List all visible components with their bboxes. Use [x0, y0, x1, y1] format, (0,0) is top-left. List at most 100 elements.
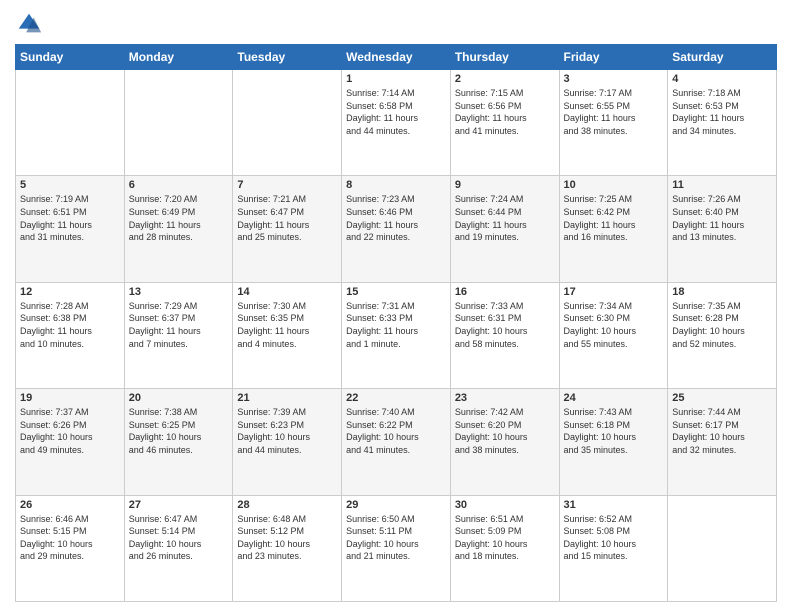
calendar-cell: 24 Sunrise: 7:43 AM Sunset: 6:18 PM Dayli…	[559, 389, 668, 495]
day-number: 14	[237, 286, 337, 298]
day-number: 28	[237, 499, 337, 511]
day-number: 22	[346, 392, 446, 404]
calendar-cell: 23 Sunrise: 7:42 AM Sunset: 6:20 PM Dayli…	[450, 389, 559, 495]
calendar-cell: 7 Sunrise: 7:21 AM Sunset: 6:47 PM Daylig…	[233, 176, 342, 282]
day-info: Sunrise: 7:31 AM Sunset: 6:33 PM Dayligh…	[346, 300, 446, 350]
day-number: 24	[564, 392, 664, 404]
calendar-cell: 25 Sunrise: 7:44 AM Sunset: 6:17 PM Dayli…	[668, 389, 777, 495]
calendar-cell: 9 Sunrise: 7:24 AM Sunset: 6:44 PM Daylig…	[450, 176, 559, 282]
day-info: Sunrise: 7:35 AM Sunset: 6:28 PM Dayligh…	[672, 300, 772, 350]
day-number: 9	[455, 179, 555, 191]
day-number: 25	[672, 392, 772, 404]
day-number: 8	[346, 179, 446, 191]
day-info: Sunrise: 7:24 AM Sunset: 6:44 PM Dayligh…	[455, 193, 555, 243]
day-number: 30	[455, 499, 555, 511]
calendar-cell: 3 Sunrise: 7:17 AM Sunset: 6:55 PM Daylig…	[559, 70, 668, 176]
day-info: Sunrise: 7:38 AM Sunset: 6:25 PM Dayligh…	[129, 406, 229, 456]
calendar-cell	[233, 70, 342, 176]
day-header-tuesday: Tuesday	[233, 45, 342, 70]
day-number: 17	[564, 286, 664, 298]
day-header-sunday: Sunday	[16, 45, 125, 70]
calendar-cell: 30 Sunrise: 6:51 AM Sunset: 5:09 PM Dayli…	[450, 495, 559, 601]
day-number: 20	[129, 392, 229, 404]
calendar-cell: 8 Sunrise: 7:23 AM Sunset: 6:46 PM Daylig…	[342, 176, 451, 282]
day-info: Sunrise: 6:52 AM Sunset: 5:08 PM Dayligh…	[564, 513, 664, 563]
calendar-cell: 19 Sunrise: 7:37 AM Sunset: 6:26 PM Dayli…	[16, 389, 125, 495]
calendar-cell: 10Sunrise: 7:25 AM Sunset: 6:42 PM Dayli…	[559, 176, 668, 282]
day-number: 5	[20, 179, 120, 191]
calendar-cell: 21 Sunrise: 7:39 AM Sunset: 6:23 PM Dayli…	[233, 389, 342, 495]
logo	[15, 10, 47, 38]
page: SundayMondayTuesdayWednesdayThursdayFrid…	[0, 0, 792, 612]
day-number: 29	[346, 499, 446, 511]
calendar-cell: 15 Sunrise: 7:31 AM Sunset: 6:33 PM Dayli…	[342, 282, 451, 388]
day-number: 1	[346, 73, 446, 85]
day-number: 4	[672, 73, 772, 85]
calendar-cell: 13 Sunrise: 7:29 AM Sunset: 6:37 PM Dayli…	[124, 282, 233, 388]
calendar-cell: 22 Sunrise: 7:40 AM Sunset: 6:22 PM Dayli…	[342, 389, 451, 495]
day-header-wednesday: Wednesday	[342, 45, 451, 70]
day-info: Sunrise: 7:44 AM Sunset: 6:17 PM Dayligh…	[672, 406, 772, 456]
day-number: 13	[129, 286, 229, 298]
day-info: Sunrise: 6:46 AM Sunset: 5:15 PM Dayligh…	[20, 513, 120, 563]
calendar-week-2: 5 Sunrise: 7:19 AM Sunset: 6:51 PM Daylig…	[16, 176, 777, 282]
day-number: 31	[564, 499, 664, 511]
day-info: Sunrise: 7:14 AM Sunset: 6:58 PM Dayligh…	[346, 87, 446, 137]
day-number: 2	[455, 73, 555, 85]
calendar-week-1: 1 Sunrise: 7:14 AM Sunset: 6:58 PM Daylig…	[16, 70, 777, 176]
calendar-header-row: SundayMondayTuesdayWednesdayThursdayFrid…	[16, 45, 777, 70]
day-number: 18	[672, 286, 772, 298]
day-header-friday: Friday	[559, 45, 668, 70]
calendar-cell: 17 Sunrise: 7:34 AM Sunset: 6:30 PM Dayli…	[559, 282, 668, 388]
header	[15, 10, 777, 38]
day-info: Sunrise: 7:20 AM Sunset: 6:49 PM Dayligh…	[129, 193, 229, 243]
calendar-cell: 11Sunrise: 7:26 AM Sunset: 6:40 PM Dayli…	[668, 176, 777, 282]
day-info: Sunrise: 7:23 AM Sunset: 6:46 PM Dayligh…	[346, 193, 446, 243]
calendar-cell: 5 Sunrise: 7:19 AM Sunset: 6:51 PM Daylig…	[16, 176, 125, 282]
calendar-cell	[16, 70, 125, 176]
day-info: Sunrise: 7:39 AM Sunset: 6:23 PM Dayligh…	[237, 406, 337, 456]
day-number: 6	[129, 179, 229, 191]
day-number: 15	[346, 286, 446, 298]
day-info: Sunrise: 6:50 AM Sunset: 5:11 PM Dayligh…	[346, 513, 446, 563]
calendar-cell	[668, 495, 777, 601]
calendar-cell: 18 Sunrise: 7:35 AM Sunset: 6:28 PM Dayli…	[668, 282, 777, 388]
day-info: Sunrise: 7:17 AM Sunset: 6:55 PM Dayligh…	[564, 87, 664, 137]
calendar-cell: 16Sunrise: 7:33 AM Sunset: 6:31 PM Dayli…	[450, 282, 559, 388]
day-info: Sunrise: 7:25 AM Sunset: 6:42 PM Dayligh…	[564, 193, 664, 243]
day-info: Sunrise: 6:47 AM Sunset: 5:14 PM Dayligh…	[129, 513, 229, 563]
day-info: Sunrise: 7:30 AM Sunset: 6:35 PM Dayligh…	[237, 300, 337, 350]
day-info: Sunrise: 7:42 AM Sunset: 6:20 PM Dayligh…	[455, 406, 555, 456]
day-info: Sunrise: 7:43 AM Sunset: 6:18 PM Dayligh…	[564, 406, 664, 456]
calendar-cell: 27 Sunrise: 6:47 AM Sunset: 5:14 PM Dayli…	[124, 495, 233, 601]
day-info: Sunrise: 7:15 AM Sunset: 6:56 PM Dayligh…	[455, 87, 555, 137]
day-number: 3	[564, 73, 664, 85]
calendar-cell: 29 Sunrise: 6:50 AM Sunset: 5:11 PM Dayli…	[342, 495, 451, 601]
day-number: 23	[455, 392, 555, 404]
day-number: 11	[672, 179, 772, 191]
day-info: Sunrise: 7:28 AM Sunset: 6:38 PM Dayligh…	[20, 300, 120, 350]
day-info: Sunrise: 7:37 AM Sunset: 6:26 PM Dayligh…	[20, 406, 120, 456]
day-header-monday: Monday	[124, 45, 233, 70]
calendar-cell: 2 Sunrise: 7:15 AM Sunset: 6:56 PM Daylig…	[450, 70, 559, 176]
day-number: 19	[20, 392, 120, 404]
day-number: 27	[129, 499, 229, 511]
calendar-cell	[124, 70, 233, 176]
day-info: Sunrise: 7:34 AM Sunset: 6:30 PM Dayligh…	[564, 300, 664, 350]
day-number: 7	[237, 179, 337, 191]
calendar-cell: 12 Sunrise: 7:28 AM Sunset: 6:38 PM Dayli…	[16, 282, 125, 388]
day-info: Sunrise: 6:48 AM Sunset: 5:12 PM Dayligh…	[237, 513, 337, 563]
day-info: Sunrise: 7:19 AM Sunset: 6:51 PM Dayligh…	[20, 193, 120, 243]
calendar-cell: 26Sunrise: 6:46 AM Sunset: 5:15 PM Dayli…	[16, 495, 125, 601]
day-number: 12	[20, 286, 120, 298]
calendar-cell: 1 Sunrise: 7:14 AM Sunset: 6:58 PM Daylig…	[342, 70, 451, 176]
day-info: Sunrise: 6:51 AM Sunset: 5:09 PM Dayligh…	[455, 513, 555, 563]
day-info: Sunrise: 7:40 AM Sunset: 6:22 PM Dayligh…	[346, 406, 446, 456]
day-info: Sunrise: 7:29 AM Sunset: 6:37 PM Dayligh…	[129, 300, 229, 350]
day-info: Sunrise: 7:33 AM Sunset: 6:31 PM Dayligh…	[455, 300, 555, 350]
day-number: 21	[237, 392, 337, 404]
day-info: Sunrise: 7:18 AM Sunset: 6:53 PM Dayligh…	[672, 87, 772, 137]
day-info: Sunrise: 7:21 AM Sunset: 6:47 PM Dayligh…	[237, 193, 337, 243]
calendar-cell: 20 Sunrise: 7:38 AM Sunset: 6:25 PM Dayli…	[124, 389, 233, 495]
calendar-cell: 6 Sunrise: 7:20 AM Sunset: 6:49 PM Daylig…	[124, 176, 233, 282]
